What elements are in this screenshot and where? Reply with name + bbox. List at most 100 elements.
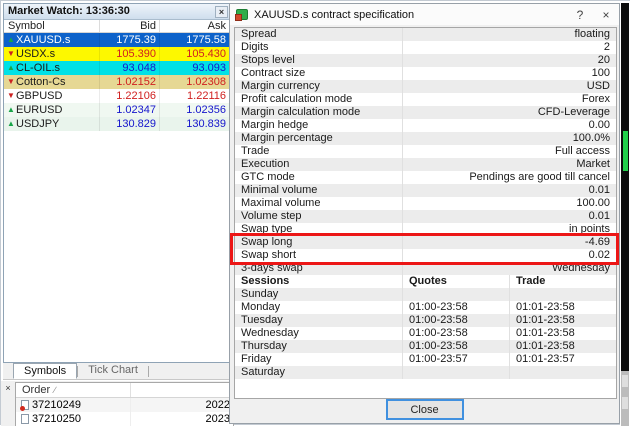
trend-down-icon: ▼ <box>6 75 16 89</box>
spec-row[interactable]: Swap typein points <box>235 223 616 236</box>
order-number: 37210249 <box>32 398 81 412</box>
trend-up-icon: ▲ <box>6 103 16 117</box>
market-watch-close-icon[interactable]: × <box>215 6 228 18</box>
spec-row[interactable]: Spreadfloating <box>235 28 616 41</box>
spec-row[interactable]: Margin hedge0.00 <box>235 119 616 132</box>
spec-label: Digits <box>235 41 403 54</box>
trend-up-icon: ▲ <box>6 117 16 131</box>
spec-value: 0.02 <box>403 249 616 262</box>
session-row[interactable]: Wednesday01:00-23:5801:01-23:58 <box>235 327 616 340</box>
symbol-cell: ▼USDX.s <box>4 47 100 61</box>
orders-panel: Order∕ 37210249 2022372102502023 <box>15 382 234 426</box>
spec-row[interactable]: TradeFull access <box>235 145 616 158</box>
column-header-symbol[interactable]: Symbol <box>4 20 100 32</box>
session-row[interactable]: Monday01:00-23:5801:01-23:58 <box>235 301 616 314</box>
spec-table: SpreadfloatingDigits2Stops level20Contra… <box>234 27 617 399</box>
order-row[interactable]: 372102502023 <box>16 412 233 426</box>
tab-symbols[interactable]: Symbols <box>13 363 77 379</box>
spec-value: 2 <box>403 41 616 54</box>
spec-label: Swap long <box>235 236 403 249</box>
spec-value: in points <box>403 223 616 236</box>
spec-row[interactable]: Maximal volume100.00 <box>235 197 616 210</box>
session-row[interactable]: Sunday <box>235 288 616 301</box>
session-trade <box>510 288 616 301</box>
scrollbar-thumb[interactable] <box>622 397 628 409</box>
bid-value: 105.390 <box>100 47 160 61</box>
document-icon <box>21 400 29 410</box>
spec-row[interactable]: Swap short0.02 <box>235 249 616 262</box>
session-day: Tuesday <box>235 314 403 327</box>
close-button[interactable]: Close <box>386 399 464 420</box>
market-watch-row[interactable]: ▲CL-OIL.s93.04893.093 <box>4 61 230 75</box>
spec-row[interactable]: 3-days swapWednesday <box>235 262 616 275</box>
spec-label: Margin currency <box>235 80 403 93</box>
symbol-name: CL-OIL.s <box>16 62 60 74</box>
market-watch-row[interactable]: ▼GBPUSD1.221061.22116 <box>4 89 230 103</box>
market-watch-title: Market Watch: 13:36:30 <box>8 4 130 19</box>
spec-value: Market <box>403 158 616 171</box>
market-watch-row[interactable]: ▲XAUUSD.s1775.391775.58 <box>4 33 230 47</box>
sort-indicator-icon: ∕ <box>54 385 56 395</box>
contract-spec-dialog: XAUUSD.s contract specification ? × Spre… <box>229 3 620 424</box>
column-header-bid[interactable]: Bid <box>100 20 160 32</box>
order-value: 2023 <box>131 412 233 426</box>
spec-label: Execution <box>235 158 403 171</box>
session-quotes: 01:00-23:58 <box>403 327 510 340</box>
spec-row[interactable]: Minimal volume0.01 <box>235 184 616 197</box>
bid-value: 1775.39 <box>100 33 160 47</box>
column-header-order[interactable]: Order∕ <box>16 383 131 397</box>
scrollbar[interactable] <box>621 371 629 426</box>
orders-header: Order∕ <box>16 383 233 398</box>
market-watch-row[interactable]: ▼Cotton-Cs1.021521.02308 <box>4 75 230 89</box>
session-trade: 01:01-23:58 <box>510 340 616 353</box>
symbol-name: XAUUSD.s <box>16 34 70 46</box>
spec-row[interactable]: Contract size100 <box>235 67 616 80</box>
order-row[interactable]: 37210249 2022 <box>16 398 233 412</box>
spec-label: Contract size <box>235 67 403 80</box>
session-row[interactable]: Tuesday01:00-23:5801:01-23:58 <box>235 314 616 327</box>
session-rows: SessionsQuotesTradeSundayMonday01:00-23:… <box>235 275 616 379</box>
market-watch-row[interactable]: ▲USDJPY130.829130.839 <box>4 117 230 131</box>
spec-row[interactable]: Margin currencyUSD <box>235 80 616 93</box>
spec-rows: SpreadfloatingDigits2Stops level20Contra… <box>235 28 616 275</box>
spec-row[interactable]: Profit calculation modeForex <box>235 93 616 106</box>
spec-row[interactable]: ExecutionMarket <box>235 158 616 171</box>
session-row[interactable]: Saturday <box>235 366 616 379</box>
green-candle-icon <box>623 131 628 171</box>
toolbox-panel: × Order∕ 37210249 2022372102502023 <box>1 381 234 426</box>
document-icon <box>21 414 29 424</box>
spec-label: Trade <box>235 145 403 158</box>
spec-row[interactable]: Stops level20 <box>235 54 616 67</box>
dialog-close-icon[interactable]: × <box>593 8 619 22</box>
market-watch-row[interactable]: ▼USDX.s105.390105.430 <box>4 47 230 61</box>
spec-row[interactable]: Margin calculation modeCFD-Leverage <box>235 106 616 119</box>
scrollbar-thumb[interactable] <box>622 375 628 387</box>
session-day: Thursday <box>235 340 403 353</box>
sessions-header: Sessions <box>235 275 403 288</box>
order-value: 2022 <box>131 398 233 412</box>
spec-value: 100.0% <box>403 132 616 145</box>
tab-tick-chart[interactable]: Tick Chart <box>78 363 148 379</box>
help-icon[interactable]: ? <box>567 8 593 22</box>
spec-row[interactable]: Margin percentage100.0% <box>235 132 616 145</box>
spec-row[interactable]: Swap long-4.69 <box>235 236 616 249</box>
ask-value: 1.22116 <box>160 89 230 103</box>
spec-row[interactable]: Digits2 <box>235 41 616 54</box>
market-watch-header: Symbol Bid Ask <box>4 20 230 33</box>
session-row[interactable]: Friday01:00-23:5701:01-23:57 <box>235 353 616 366</box>
toolbox-close-icon[interactable]: × <box>3 384 13 394</box>
spec-row[interactable]: Volume step0.01 <box>235 210 616 223</box>
spec-value: 0.00 <box>403 119 616 132</box>
spec-label: Maximal volume <box>235 197 403 210</box>
symbol-cell: ▲USDJPY <box>4 117 100 131</box>
session-trade: 01:01-23:57 <box>510 353 616 366</box>
column-header-ask[interactable]: Ask <box>160 20 230 32</box>
symbol-cell: ▲XAUUSD.s <box>4 33 100 47</box>
spec-row[interactable]: GTC modePendings are good till cancel <box>235 171 616 184</box>
spec-value: Full access <box>403 145 616 158</box>
session-row[interactable]: Thursday01:00-23:5801:01-23:58 <box>235 340 616 353</box>
symbol-name: GBPUSD <box>16 90 62 102</box>
ask-value: 105.430 <box>160 47 230 61</box>
market-watch-row[interactable]: ▲EURUSD1.023471.02356 <box>4 103 230 117</box>
spec-label: Minimal volume <box>235 184 403 197</box>
